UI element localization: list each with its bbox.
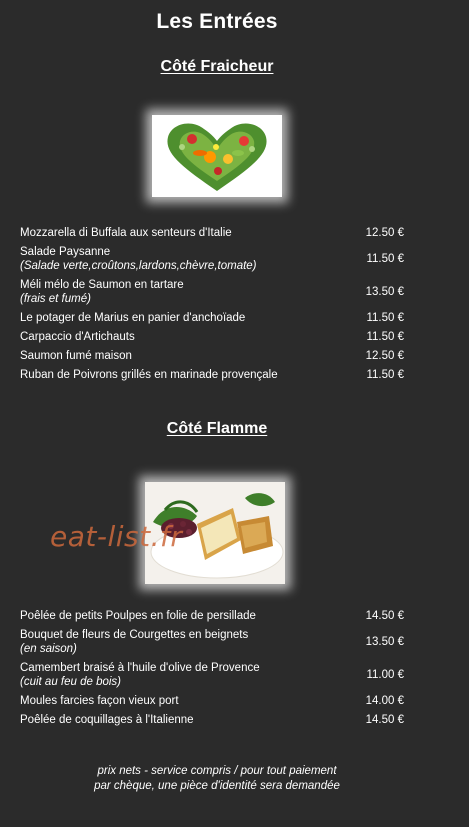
menu-list-fraicheur: Mozzarella di Buffala aux senteurs d'Ita… [20, 226, 410, 387]
menu-page: Les Entrées Côté Fraicheur Mozzarella di… [0, 0, 469, 827]
vegetable-heart-photo [152, 115, 282, 197]
vegetable-heart-illustration [152, 115, 282, 197]
menu-item-description: (Salade verte,croûtons,lardons,chèvre,to… [20, 260, 257, 272]
menu-item-name: Méli mélo de Saumon en tartare [20, 279, 184, 291]
menu-list-flamme: Poêlée de petits Poulpes en folie de per… [20, 609, 410, 732]
menu-item: Méli mélo de Saumon en tartare (frais et… [20, 278, 410, 306]
menu-item-name: Saumon fumé maison [20, 350, 132, 362]
menu-item: Le potager de Marius en panier d'anchoïa… [20, 311, 410, 325]
menu-item: Moules farcies façon vieux port 14.00 € [20, 694, 410, 708]
menu-item-price: 11.50 € [366, 253, 404, 265]
menu-item-name: Salade Paysanne [20, 246, 111, 258]
menu-item-price: 11.50 € [366, 312, 404, 324]
menu-item-price: 11.50 € [366, 369, 404, 381]
menu-item-price: 14.50 € [365, 610, 404, 622]
menu-item-name: Le potager de Marius en panier d'anchoïa… [20, 312, 246, 324]
menu-item-name: Mozzarella di Buffala aux senteurs d'Ita… [20, 227, 232, 239]
menu-item: Ruban de Poivrons grillés en marinade pr… [20, 368, 410, 382]
menu-item-price: 14.50 € [365, 714, 404, 726]
menu-item-price: 11.00 € [366, 669, 404, 681]
menu-item: Mozzarella di Buffala aux senteurs d'Ita… [20, 226, 410, 240]
menu-item-name: Poêlée de petits Poulpes en folie de per… [20, 610, 256, 622]
menu-item: Camembert braisé à l'huile d'olive de Pr… [20, 661, 410, 689]
menu-item-description: (frais et fumé) [20, 293, 91, 305]
footer-line-1: prix nets - service compris / pour tout … [97, 765, 337, 777]
menu-item-name: Moules farcies façon vieux port [20, 695, 179, 707]
menu-item: Bouquet de fleurs de Courgettes en beign… [20, 628, 410, 656]
menu-item-name: Bouquet de fleurs de Courgettes en beign… [20, 629, 249, 641]
footer-note: prix nets - service compris / pour tout … [0, 764, 434, 794]
menu-item-name: Ruban de Poivrons grillés en marinade pr… [20, 369, 278, 381]
menu-item-price: 13.50 € [365, 636, 404, 648]
menu-item-price: 12.50 € [365, 227, 404, 239]
footer-line-2: par chèque, une pièce d'identité sera de… [94, 780, 340, 792]
menu-item: Salade Paysanne (Salade verte,croûtons,l… [20, 245, 410, 273]
page-title: Les Entrées [156, 10, 278, 33]
section-title-flamme: Côté Flamme [166, 420, 268, 437]
menu-item-price: 12.50 € [365, 350, 404, 362]
menu-item: Saumon fumé maison 12.50 € [20, 349, 410, 363]
menu-item: Poêlée de petits Poulpes en folie de per… [20, 609, 410, 623]
menu-item-price: 13.50 € [365, 286, 404, 298]
watermark-text: eat-list.fr [50, 520, 183, 553]
menu-item-name: Carpaccio d'Artichauts [20, 331, 135, 343]
section-title-fraicheur: Côté Fraicheur [160, 58, 274, 75]
menu-item-description: (cuit au feu de bois) [20, 676, 122, 688]
menu-item-price: 11.50 € [366, 331, 404, 343]
menu-item: Carpaccio d'Artichauts 11.50 € [20, 330, 410, 344]
menu-item-price: 14.00 € [365, 695, 404, 707]
menu-item-description: (en saison) [20, 643, 77, 655]
menu-item-name: Camembert braisé à l'huile d'olive de Pr… [20, 662, 260, 674]
menu-item-name: Poêlée de coquillages à l'Italienne [20, 714, 194, 726]
menu-item: Poêlée de coquillages à l'Italienne 14.5… [20, 713, 410, 727]
